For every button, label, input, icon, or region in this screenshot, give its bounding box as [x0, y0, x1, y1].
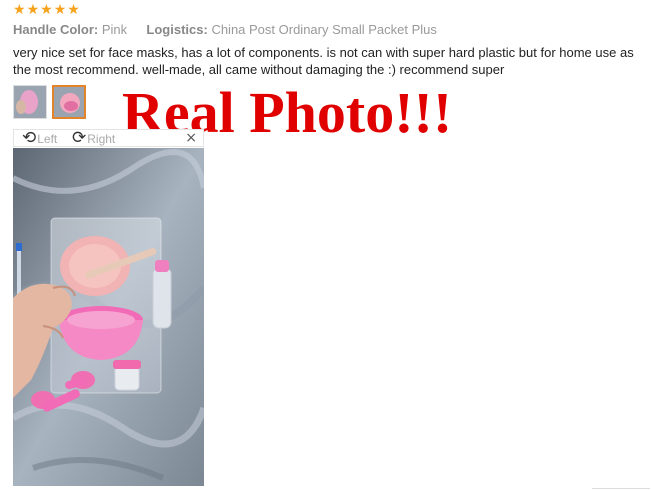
image-viewer-toolbar: ⟲ Left ⟳ Right × — [13, 129, 204, 147]
close-icon[interactable]: × — [185, 130, 197, 147]
rotate-right-label: Right — [87, 131, 116, 146]
star-icon: ★ — [40, 2, 53, 18]
handle-color-label: Handle Color: — [13, 22, 99, 37]
star-icon: ★ — [53, 2, 67, 18]
star-icon: ★ — [26, 2, 40, 18]
rating-stars: ★ ★ ★ ★ ★ — [13, 3, 80, 17]
logistics-value: China Post Ordinary Small Packet Plus — [211, 22, 437, 37]
review-photo-image — [13, 148, 204, 486]
review-thumbnail[interactable] — [13, 85, 47, 119]
rotate-right-button[interactable]: ⟳ Right — [72, 130, 115, 147]
review-thumbnail-active[interactable] — [52, 85, 86, 119]
review-attributes: Handle Color: Pink Logistics: China Post… — [13, 22, 437, 37]
star-icon: ★ — [13, 2, 26, 18]
handle-color-value: Pink — [101, 22, 128, 37]
logistics-label: Logistics: — [146, 22, 208, 37]
rotate-left-button[interactable]: ⟲ Left — [22, 130, 57, 147]
rotate-left-icon: ⟲ — [22, 128, 37, 148]
review-thumbnails — [13, 85, 86, 119]
rotate-left-label: Left — [37, 131, 58, 146]
review-photo — [13, 148, 204, 486]
review-text: very nice set for face masks, has a lot … — [13, 45, 634, 77]
star-icon: ★ — [67, 2, 80, 18]
divider — [592, 488, 650, 489]
rotate-right-icon: ⟳ — [72, 128, 87, 148]
